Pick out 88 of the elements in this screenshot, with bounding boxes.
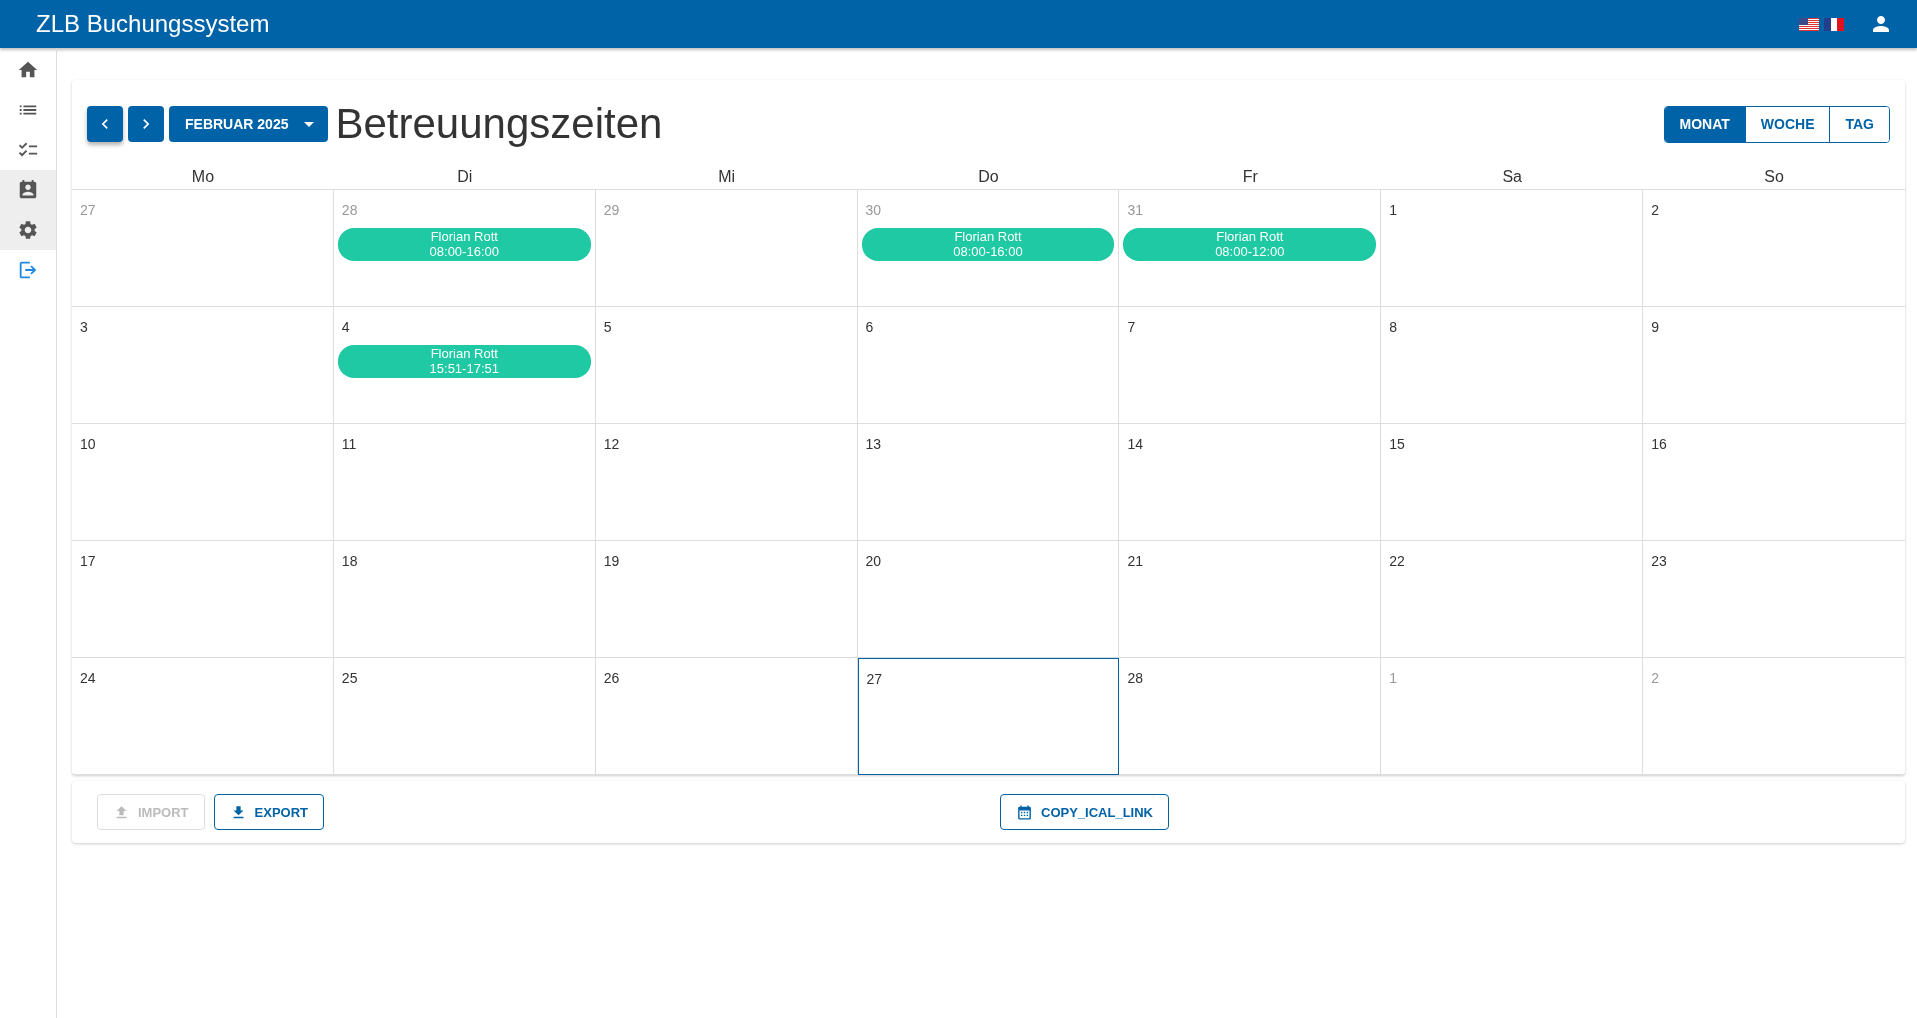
day-number: 22 [1388,553,1406,569]
day-cell[interactable]: 24 [72,658,334,775]
calendar-title: Betreuungszeiten [335,100,663,148]
caret-icon [304,121,315,127]
day-cell[interactable]: 19 [595,541,858,658]
day-cell[interactable]: 15 [1381,424,1644,541]
day-cell[interactable]: 17 [72,541,334,658]
contact-calendar-icon [17,179,39,201]
day-cell[interactable]: 21 [1119,541,1382,658]
day-number: 28 [1126,670,1144,686]
app-title: ZLB Buchungssystem [36,10,270,38]
day-number: 31 [1126,202,1144,218]
day-cell[interactable]: 22 [1381,541,1644,658]
copy-ical-link-button[interactable]: COPY_ICAL_LINK [1000,794,1169,830]
day-number: 28 [340,202,359,218]
day-number: 20 [864,553,883,569]
sidebar-item[interactable] [0,170,56,210]
day-number: 24 [79,670,97,686]
day-number: 18 [340,553,359,569]
day-number: 14 [1126,436,1144,452]
day-cell[interactable]: 4 Florian Rott 15:51-17:51 [333,307,596,424]
weekday-header: Mo [190,167,216,187]
weekday-header: Mi [717,167,737,187]
logout-icon [17,259,39,281]
day-number: 12 [602,436,621,452]
day-number: 30 [864,202,883,218]
us-flag-icon[interactable] [1799,17,1819,31]
day-number: 4 [340,319,351,335]
day-number: 27 [79,202,97,218]
settings-icon [17,219,39,241]
day-number: 11 [340,436,358,452]
calendar-icon [1016,803,1034,821]
weekday-header: So [1763,167,1785,187]
day-cell[interactable]: 11 [333,424,596,541]
day-cell[interactable]: 1 [1381,190,1644,307]
day-cell[interactable]: 14 [1119,424,1382,541]
day-cell[interactable]: 28 [1119,658,1382,775]
weekday-header: Fr [1241,167,1259,187]
sidebar-item[interactable] [0,210,56,250]
day-number: 1 [1388,202,1399,218]
day-number: 2 [1650,670,1660,686]
day-cell[interactable]: 10 [72,424,334,541]
day-number: 5 [602,319,613,335]
next-button[interactable] [128,106,164,142]
day-cell[interactable]: 13 [857,424,1120,541]
day-cell[interactable]: 8 [1381,307,1644,424]
day-cell[interactable]: 20 [857,541,1120,658]
view-toggle[interactable]: MONAT [1664,106,1745,142]
day-cell[interactable]: 5 [595,307,858,424]
day-number: 2 [1650,202,1660,218]
day-number: 23 [1650,553,1668,569]
day-number: 13 [864,436,883,452]
day-number: 1 [1388,670,1399,686]
day-cell[interactable]: 2 [1643,190,1905,307]
day-number: 29 [602,202,621,218]
day-cell[interactable]: 12 [595,424,858,541]
weekday-header: Di [456,167,474,187]
day-number: 19 [602,553,621,569]
day-cell[interactable]: 25 [333,658,596,775]
day-number: 10 [79,436,97,452]
day-cell[interactable]: 3 [72,307,334,424]
day-cell[interactable]: 26 [595,658,858,775]
day-number: 9 [1650,319,1660,335]
month-picker-button[interactable]: FEBRUAR 2025 [169,106,329,142]
view-toggle[interactable]: TAG [1829,106,1889,142]
french-flag-icon[interactable] [1824,17,1844,31]
weekday-header: Sa [1501,167,1523,187]
day-number: 25 [340,670,359,686]
day-number: 15 [1388,436,1406,452]
day-number: 27 [865,671,884,687]
export-button[interactable]: EXPORT [213,794,325,830]
day-cell[interactable]: 6 [857,307,1120,424]
day-number: 17 [79,553,97,569]
day-cell[interactable]: 9 [1643,307,1905,424]
day-cell[interactable]: 16 [1643,424,1905,541]
day-cell[interactable]: 18 [333,541,596,658]
day-number: 7 [1126,319,1137,335]
day-number: 16 [1650,436,1668,452]
day-number: 3 [79,319,89,335]
day-number: 21 [1126,553,1144,569]
day-cell[interactable]: 23 [1643,541,1905,658]
weekday-header: Do [977,167,1000,187]
day-number: 8 [1388,319,1399,335]
day-number: 6 [864,319,875,335]
day-cell[interactable]: 27 [857,658,1120,775]
previous-button[interactable] [87,106,123,142]
day-number: 26 [602,670,621,686]
day-cell[interactable]: 7 [1119,307,1382,424]
